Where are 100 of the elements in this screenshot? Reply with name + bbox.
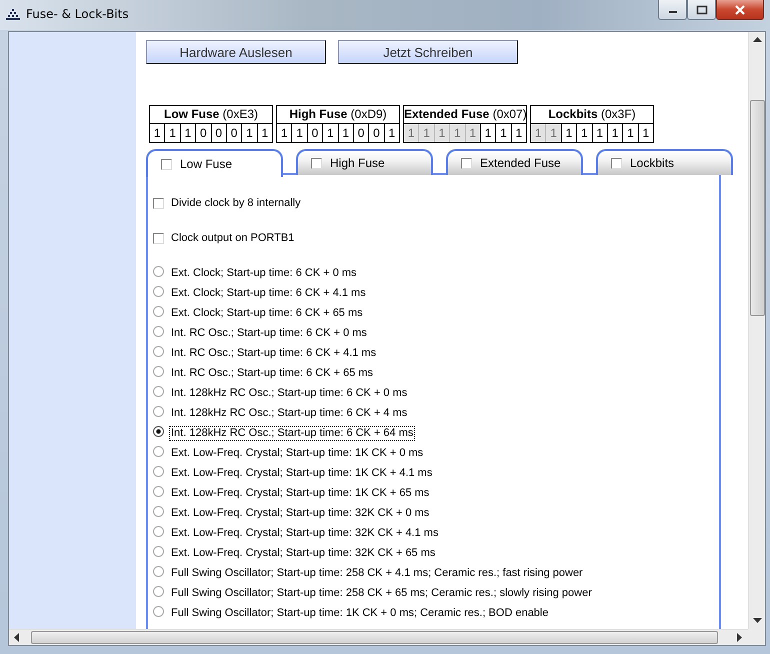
bit-cell[interactable]: 1 xyxy=(164,124,180,142)
bit-cell[interactable]: 0 xyxy=(195,124,210,142)
tab[interactable]: Low Fuse xyxy=(146,149,283,177)
bit-cell[interactable]: 0 xyxy=(210,124,226,142)
option-label[interactable]: Divide clock by 8 internally xyxy=(169,196,303,210)
radio-button[interactable] xyxy=(153,586,164,596)
radio-button[interactable] xyxy=(153,306,164,316)
option-label[interactable]: Ext. Low-Freq. Crystal; Start-up time: 1K CK + 0 ms xyxy=(169,446,426,460)
bit-cell: 1 xyxy=(449,124,464,142)
bit-cell[interactable]: 1 xyxy=(560,124,576,142)
bit-cell[interactable]: 1 xyxy=(480,124,496,142)
close-button[interactable] xyxy=(716,0,764,20)
bit-cell[interactable]: 0 xyxy=(306,124,322,142)
option-label[interactable]: Ext. Low-Freq. Crystal; Start-up time: 32K CK + 4.1 ms xyxy=(169,526,440,540)
radio-button[interactable] xyxy=(153,386,164,396)
option-label[interactable]: Int. 128kHz RC Osc.; Start-up time: 6 CK + 4 ms xyxy=(169,406,410,420)
checkbox[interactable] xyxy=(153,232,164,244)
radio-button[interactable] xyxy=(153,546,164,556)
fuse-heading: High Fuse (0xD9) xyxy=(277,106,399,124)
bit-cell[interactable]: 1 xyxy=(322,124,338,142)
tab-label[interactable]: Extended Fuse xyxy=(480,156,561,170)
bit-cell[interactable]: 0 xyxy=(352,124,368,142)
checkbox[interactable] xyxy=(153,198,164,208)
scroll-left-icon[interactable] xyxy=(14,633,20,642)
scroll-down-icon[interactable] xyxy=(752,618,762,624)
radio-button[interactable] xyxy=(153,566,164,576)
bit-cell: 1 xyxy=(531,124,546,142)
vertical-scrollbar[interactable] xyxy=(748,32,765,629)
bit-cell[interactable]: 1 xyxy=(291,124,307,142)
tab-checkbox[interactable] xyxy=(611,158,622,168)
radio-button[interactable] xyxy=(153,466,164,476)
bit-cell[interactable]: 1 xyxy=(150,124,164,142)
option-label[interactable]: Ext. Low-Freq. Crystal; Start-up time: 32K CK + 0 ms xyxy=(169,506,432,520)
option-label[interactable]: Int. 128kHz RC Osc.; Start-up time: 6 CK + 64 ms xyxy=(169,426,416,440)
option-label[interactable]: Int. 128kHz RC Osc.; Start-up time: 6 CK + 0 ms xyxy=(169,386,410,400)
option-label[interactable]: Ext. Low-Freq. Crystal; Start-up time: 1K CK + 65 ms xyxy=(169,486,432,500)
horizontal-scrollbar[interactable] xyxy=(9,629,748,645)
option-label[interactable]: Int. RC Osc.; Start-up time: 6 CK + 0 ms xyxy=(169,326,369,340)
bit-cell[interactable]: 1 xyxy=(592,124,607,142)
maximize-button[interactable] xyxy=(687,0,716,20)
bit-cell[interactable]: 1 xyxy=(338,124,353,142)
bit-cell[interactable]: 0 xyxy=(368,124,384,142)
bit-cell[interactable]: 1 xyxy=(510,124,526,142)
bit-cell[interactable]: 1 xyxy=(638,124,653,142)
bit-cell[interactable]: 1 xyxy=(180,124,196,142)
tab-checkbox[interactable] xyxy=(311,158,322,168)
minimize-button[interactable] xyxy=(658,0,687,20)
option-label[interactable]: Ext. Low-Freq. Crystal; Start-up time: 1K CK + 4.1 ms xyxy=(169,466,434,480)
bit-cell[interactable]: 1 xyxy=(622,124,638,142)
window-title: Fuse- & Lock-Bits xyxy=(26,7,129,21)
radio-button[interactable] xyxy=(153,366,164,376)
tab-label[interactable]: Low Fuse xyxy=(180,157,232,171)
radio-button[interactable] xyxy=(153,446,164,456)
tab[interactable]: Lockbits xyxy=(596,149,733,175)
option-label[interactable]: Ext. Clock; Start-up time: 6 CK + 0 ms xyxy=(169,266,359,280)
close-icon xyxy=(734,4,746,14)
option-label[interactable]: Int. RC Osc.; Start-up time: 6 CK + 65 ms xyxy=(169,366,376,380)
option-label[interactable]: Ext. Low-Freq. Crystal; Start-up time: 32K CK + 65 ms xyxy=(169,546,438,560)
bit-cell: 1 xyxy=(464,124,480,142)
bit-cell[interactable]: 1 xyxy=(241,124,257,142)
radio-button[interactable] xyxy=(153,346,164,356)
radio-button[interactable] xyxy=(153,506,164,516)
radio-button[interactable] xyxy=(153,326,164,336)
tab[interactable]: Extended Fuse xyxy=(446,149,583,175)
option-label[interactable]: Clock output on PORTB1 xyxy=(169,230,296,246)
tab-checkbox[interactable] xyxy=(161,158,172,170)
scroll-thumb[interactable] xyxy=(31,631,718,644)
radio-button[interactable] xyxy=(153,406,164,416)
option-label[interactable]: Full Swing Oscillator; Start-up time: 258 CK + 65 ms; Ceramic res.; slowly rising power xyxy=(169,586,594,600)
scroll-right-icon[interactable] xyxy=(737,633,743,642)
bit-cell[interactable]: 1 xyxy=(606,124,622,142)
option-label[interactable]: Full Swing Oscillator; Start-up time: 258 CK + 4.1 ms; Ceramic res.; fast rising power xyxy=(169,566,585,580)
radio-button[interactable] xyxy=(153,606,164,616)
bit-cell: 1 xyxy=(434,124,450,142)
radio-button[interactable] xyxy=(153,526,164,536)
bit-cell: 1 xyxy=(404,124,418,142)
tab[interactable]: High Fuse xyxy=(296,149,433,175)
bit-cell[interactable]: 1 xyxy=(277,124,292,142)
bit-cell[interactable]: 1 xyxy=(576,124,592,142)
tab-label[interactable]: Lockbits xyxy=(630,156,674,170)
bit-cell[interactable]: 1 xyxy=(384,124,399,142)
tab-label[interactable]: High Fuse xyxy=(330,156,385,170)
maximize-icon xyxy=(696,4,708,14)
scroll-up-icon[interactable] xyxy=(752,37,762,43)
option-label[interactable]: Ext. Clock; Start-up time: 6 CK + 4.1 ms xyxy=(169,286,368,300)
radio-button[interactable] xyxy=(153,426,164,436)
tab-checkbox[interactable] xyxy=(461,158,472,168)
radio-button[interactable] xyxy=(153,266,164,276)
bit-cell[interactable]: 0 xyxy=(226,124,242,142)
bit-cell[interactable]: 1 xyxy=(256,124,272,142)
option-label[interactable]: Ext. Clock; Start-up time: 6 CK + 65 ms xyxy=(169,306,365,320)
action-button[interactable]: Hardware Auslesen xyxy=(146,40,326,64)
action-button[interactable]: Jetzt Schreiben xyxy=(338,40,518,64)
option-label[interactable]: Full Swing Oscillator; Start-up time: 1K CK + 0 ms; Ceramic res.; BOD enable xyxy=(169,606,550,620)
scroll-thumb[interactable] xyxy=(750,100,764,316)
bit-cell[interactable]: 1 xyxy=(495,124,511,142)
radio-button[interactable] xyxy=(153,486,164,496)
app-icon xyxy=(6,9,20,21)
option-label[interactable]: Int. RC Osc.; Start-up time: 6 CK + 4.1 ms xyxy=(169,346,378,360)
radio-button[interactable] xyxy=(153,286,164,296)
